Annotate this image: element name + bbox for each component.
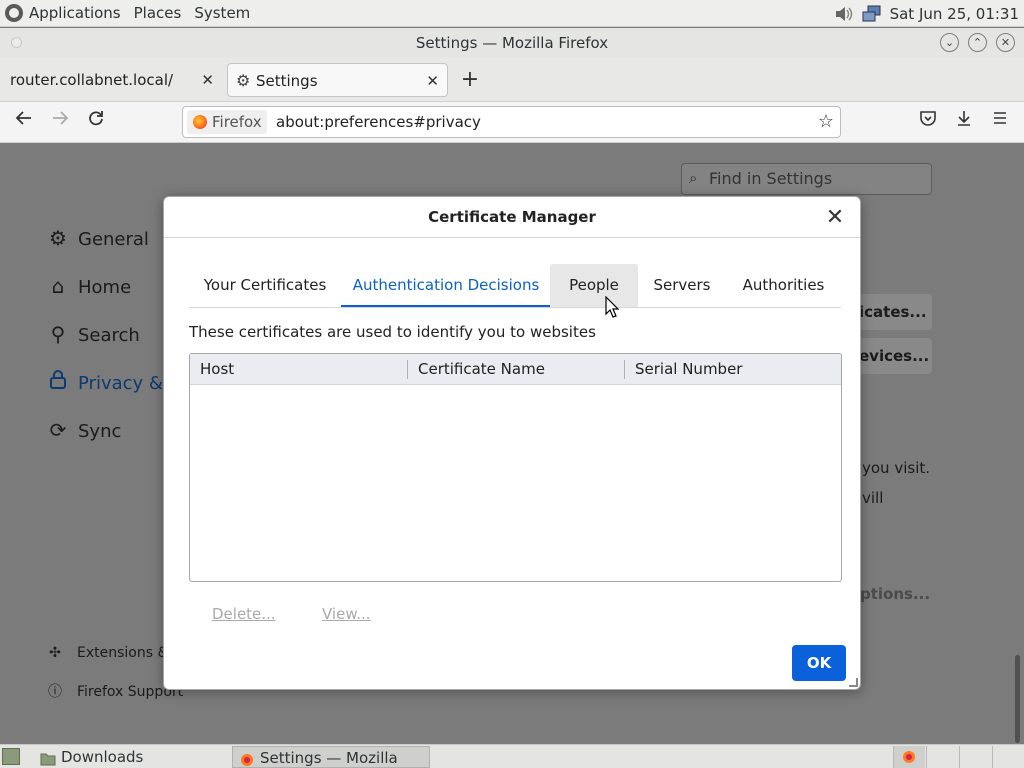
column-serial-number[interactable]: Serial Number <box>624 360 841 379</box>
tab-strip: router.collabnet.local/ ✕ ⚙ Settings ✕ + <box>0 58 1024 102</box>
column-label: Certificate Name <box>418 360 545 378</box>
column-certificate-name[interactable]: Certificate Name <box>407 360 625 379</box>
task-label: Settings — Mozilla Fire... <box>260 749 398 767</box>
task-firefox-settings[interactable]: Settings — Mozilla Fire... <box>232 746 430 768</box>
tab-settings[interactable]: ⚙ Settings ✕ <box>227 63 448 97</box>
clock[interactable]: Sat Jun 25, 01:31 <box>890 5 1019 23</box>
search-icon: ⚲ <box>50 322 66 346</box>
nav-label: Search <box>78 325 140 346</box>
bookmark-star-icon[interactable]: ☆ <box>818 107 834 137</box>
close-icon[interactable]: ✕ <box>822 205 848 231</box>
forward-button[interactable] <box>47 109 73 135</box>
tab-router[interactable]: router.collabnet.local/ ✕ <box>0 63 222 97</box>
new-tab-button[interactable]: + <box>459 63 481 97</box>
close-window-button[interactable]: ✕ <box>996 33 1015 52</box>
nav-bar: Firefox about:preferences#privacy ☆ <box>0 102 1024 143</box>
help-icon: ⓘ <box>48 684 62 700</box>
menu-places[interactable]: Places <box>134 4 182 22</box>
table-header: Host Certificate Name Serial Number <box>190 354 841 385</box>
menu-applications[interactable]: Applications <box>29 4 121 22</box>
bg-text-2: vill <box>862 489 884 507</box>
certificate-tabs: Your Certificates Authentication Decisio… <box>189 264 841 308</box>
top-panel: Applications Places System Sat Jun 25, 0… <box>0 0 1024 27</box>
close-tab-icon[interactable]: ✕ <box>201 63 214 97</box>
delete-button[interactable]: Delete... <box>212 598 276 630</box>
sync-icon: ⟳ <box>49 418 67 442</box>
gear-icon: ⚙ <box>49 226 67 250</box>
certificates-button-bg: icates... <box>856 294 932 330</box>
devices-button-bg: evices... <box>856 338 932 374</box>
tab-authentication-decisions[interactable]: Authentication Decisions <box>341 264 551 307</box>
tab-your-certificates[interactable]: Your Certificates <box>189 264 341 307</box>
window-menu-icon[interactable] <box>11 37 22 48</box>
tab-label: Settings <box>256 72 318 90</box>
nav-label: General <box>78 229 149 250</box>
nav-privacy[interactable]: Privacy & S <box>45 367 180 397</box>
gear-icon: ⚙ <box>236 71 251 90</box>
certificate-table[interactable]: Host Certificate Name Serial Number <box>189 353 842 582</box>
nav-home[interactable]: ⌂ Home <box>45 271 132 301</box>
task-label: Downloads <box>61 748 144 766</box>
workspace-3[interactable] <box>959 746 991 768</box>
options-button-bg: ptions... <box>860 585 931 603</box>
tab-description: These certificates are used to identify … <box>189 323 596 341</box>
identity-label: Firefox <box>212 113 262 131</box>
menu-system[interactable]: System <box>194 4 250 22</box>
url-text[interactable]: about:preferences#privacy <box>276 107 481 137</box>
close-tab-icon[interactable]: ✕ <box>426 64 439 98</box>
show-desktop-icon[interactable] <box>2 748 20 765</box>
resize-grip-icon[interactable] <box>849 678 858 687</box>
bg-button-label: icates... <box>859 303 927 321</box>
identity-box[interactable]: Firefox <box>187 110 267 134</box>
tab-servers[interactable]: Servers <box>638 264 726 307</box>
firefox-icon <box>193 115 207 129</box>
network-icon[interactable] <box>862 5 882 23</box>
dialog-title: Certificate Manager <box>164 197 860 238</box>
hamburger-menu-icon[interactable] <box>987 109 1013 135</box>
nav-label: Sync <box>78 421 122 442</box>
workspace-1[interactable] <box>893 746 925 768</box>
find-placeholder: Find in Settings <box>709 169 833 188</box>
search-icon: ⌕ <box>689 169 698 187</box>
task-downloads[interactable]: Downloads <box>34 746 230 768</box>
view-button[interactable]: View... <box>322 598 371 630</box>
volume-icon[interactable] <box>834 5 854 23</box>
nav-label: Home <box>78 277 132 298</box>
extensions-label: Extensions & <box>77 645 169 661</box>
minimize-button[interactable]: ⌄ <box>940 33 959 52</box>
ok-button[interactable]: OK <box>792 645 846 681</box>
downloads-icon[interactable] <box>951 109 977 135</box>
puzzle-icon: ✣ <box>49 645 61 661</box>
tab-people[interactable]: People <box>550 264 638 307</box>
folder-icon <box>40 750 56 766</box>
url-bar[interactable]: Firefox about:preferences#privacy ☆ <box>182 106 841 138</box>
reload-button[interactable] <box>83 109 109 135</box>
home-icon: ⌂ <box>51 274 65 298</box>
window-title: Settings — Mozilla Firefox <box>415 34 609 52</box>
back-button[interactable] <box>11 109 37 135</box>
nav-search[interactable]: ⚲ Search <box>45 319 140 349</box>
workspace-2[interactable] <box>926 746 958 768</box>
nav-sync[interactable]: ⟳ Sync <box>45 415 122 445</box>
certificate-manager-dialog: Certificate Manager ✕ Your Certificates … <box>163 196 861 690</box>
workspace-4[interactable] <box>992 746 1024 768</box>
column-label: Serial Number <box>635 360 743 378</box>
bg-text-1: you visit. <box>862 459 931 477</box>
tab-label: router.collabnet.local/ <box>10 71 174 89</box>
gnome-logo-icon[interactable] <box>5 4 23 22</box>
column-host[interactable]: Host <box>190 354 408 385</box>
firefox-icon <box>239 751 255 766</box>
find-in-settings-input[interactable]: ⌕ Find in Settings <box>681 163 932 195</box>
bottom-taskbar: Downloads Settings — Mozilla Fire... <box>0 744 1024 768</box>
nav-general[interactable]: ⚙ General <box>45 223 149 253</box>
extensions-link[interactable]: ✣ Extensions & <box>45 645 168 661</box>
tab-authorities[interactable]: Authorities <box>726 264 841 307</box>
lock-icon <box>45 367 71 397</box>
bg-button-label: evices... <box>859 347 930 365</box>
page-scrollbar[interactable] <box>1015 655 1020 743</box>
pocket-icon[interactable] <box>915 109 941 135</box>
window-titlebar[interactable]: Settings — Mozilla Firefox ⌄ ⌃ ✕ <box>0 28 1024 58</box>
maximize-button[interactable]: ⌃ <box>968 33 987 52</box>
